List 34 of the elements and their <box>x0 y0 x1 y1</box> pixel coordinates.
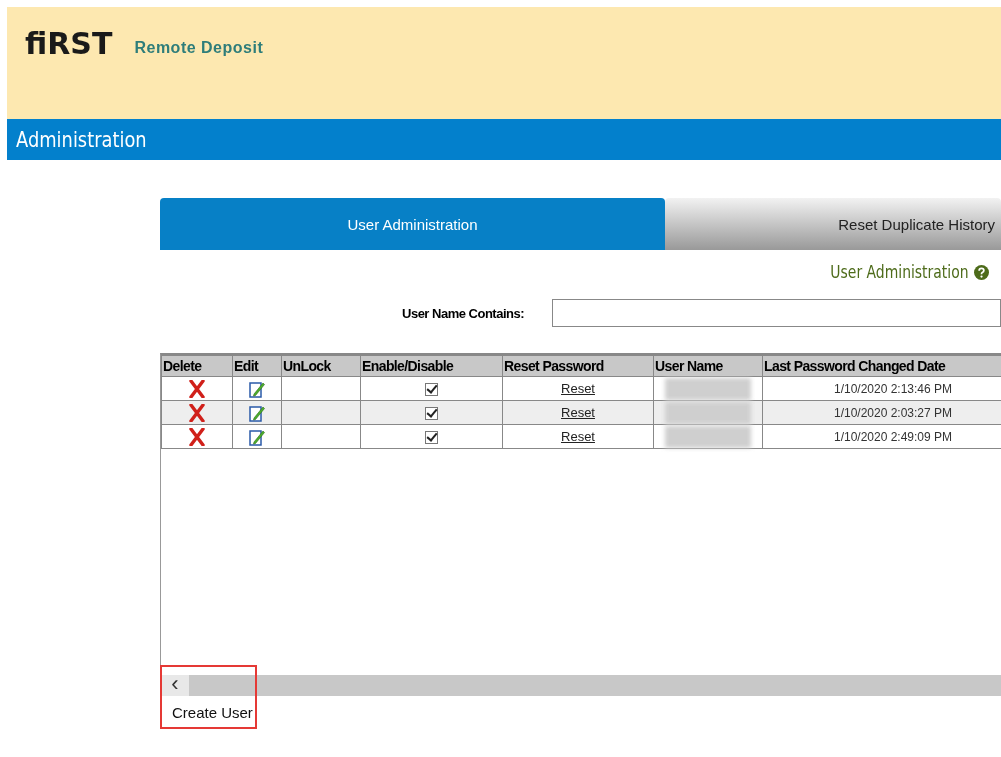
checkbox[interactable] <box>425 382 438 396</box>
column-header: Last Password Changed Date <box>762 355 1001 377</box>
scroll-left-button[interactable]: ‹ <box>161 675 189 696</box>
reset-link[interactable]: Reset <box>561 381 595 396</box>
reset-link[interactable]: Reset <box>561 405 595 420</box>
section-title: User Administration <box>830 262 969 282</box>
table-cell: 1/10/2020 2:03:27 PM <box>833 405 953 420</box>
reset-link[interactable]: Reset <box>561 429 595 444</box>
tab[interactable]: User Administration <box>160 198 665 250</box>
help-icon[interactable] <box>974 264 989 280</box>
table-cell: 1/10/2020 2:49:09 PM <box>833 429 953 444</box>
table-cell: 1/10/2020 2:13:46 PM <box>833 381 953 396</box>
delete-icon[interactable] <box>189 403 205 422</box>
logo: fiRST <box>25 29 113 59</box>
delete-icon[interactable] <box>189 379 205 398</box>
checkbox[interactable] <box>425 406 438 420</box>
search-field[interactable] <box>552 299 1001 327</box>
column-header: Delete <box>161 355 233 377</box>
column-header: UnLock <box>281 355 361 377</box>
column-header: Edit <box>232 355 282 377</box>
column-header: User Name <box>653 355 763 377</box>
create-user-button[interactable]: Create User <box>160 696 265 729</box>
delete-icon[interactable] <box>189 427 205 446</box>
horizontal-scrollbar[interactable]: ‹ <box>160 675 1001 696</box>
search-label: User Name Contains: <box>401 305 525 321</box>
edit-icon[interactable] <box>249 379 265 398</box>
edit-icon[interactable] <box>249 403 265 422</box>
column-header: Reset Password <box>502 355 654 377</box>
product-name: Remote Deposit <box>134 39 264 57</box>
column-header: Enable/Disable <box>360 355 503 377</box>
tab[interactable]: Reset Duplicate History <box>665 198 1001 250</box>
page-title: Administration <box>16 127 147 152</box>
edit-icon[interactable] <box>249 427 265 446</box>
checkbox[interactable] <box>425 430 438 444</box>
